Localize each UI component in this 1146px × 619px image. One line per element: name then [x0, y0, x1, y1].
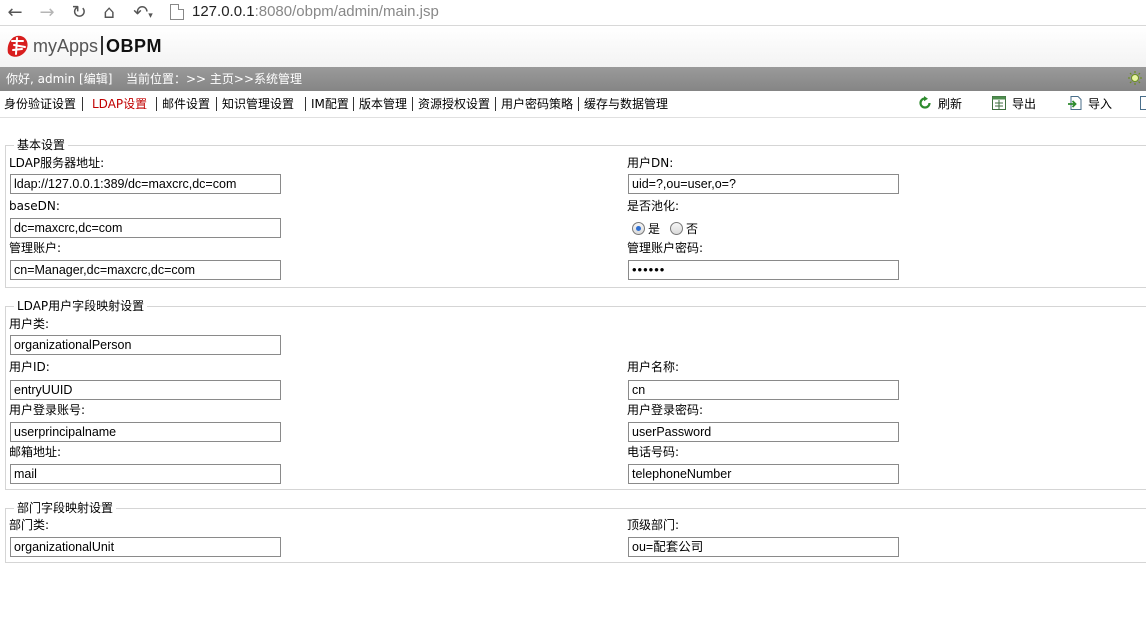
pooling-yes-radio[interactable]	[632, 222, 645, 235]
user-id-input[interactable]: entryUUID	[10, 380, 281, 400]
browser-toolbar: ← → ↻ ⌂ ↶▾ 127.0.0.1:8080/obpm/admin/mai…	[0, 0, 1146, 26]
history-undo-icon[interactable]: ↶▾	[128, 2, 158, 24]
tab-im[interactable]: IM配置	[311, 96, 349, 112]
refresh-button[interactable]: 刷新	[918, 96, 962, 112]
logo-divider	[101, 36, 104, 55]
tab-password-policy[interactable]: 用户密码策略	[501, 96, 573, 112]
tab-cache-data[interactable]: 缓存与数据管理	[584, 96, 668, 112]
tab-separator	[353, 97, 354, 111]
tab-separator	[305, 97, 306, 111]
url-path: :8080/obpm/admin/main.jsp	[254, 3, 439, 20]
tab-separator	[216, 97, 217, 111]
login-account-input[interactable]: userprincipalname	[10, 422, 281, 442]
department-class-input[interactable]: organizationalUnit	[10, 537, 281, 557]
user-name-input[interactable]: cn	[628, 380, 899, 400]
login-password-label: 用户登录密码:	[627, 403, 704, 417]
login-password-input[interactable]: userPassword	[628, 422, 899, 442]
pooling-label: 是否池化:	[627, 199, 680, 213]
settings-tab-bar: 身份验证设置 LDAP设置 邮件设置 知识管理设置 IM配置 版本管理 资源授权…	[0, 91, 1146, 118]
pooling-yes-label: 是	[648, 222, 661, 236]
address-bar[interactable]: 127.0.0.1:8080/obpm/admin/main.jsp	[192, 3, 439, 21]
user-class-input[interactable]: organizationalPerson	[10, 335, 281, 355]
tab-identity-auth[interactable]: 身份验证设置	[4, 96, 76, 112]
email-label: 邮箱地址:	[9, 445, 62, 459]
admin-account-input[interactable]: cn=Manager,dc=maxcrc,dc=com	[10, 260, 281, 280]
export-label: 导出	[1012, 97, 1037, 111]
more-tool-button[interactable]	[1140, 96, 1146, 112]
base-dn-input[interactable]: dc=maxcrc,dc=com	[10, 218, 281, 238]
tab-separator	[578, 97, 579, 111]
tab-version[interactable]: 版本管理	[359, 96, 407, 112]
section-title: LDAP用户字段映射设置	[14, 299, 148, 313]
user-field-mapping-section: LDAP用户字段映射设置 用户类: organizationalPerson 用…	[5, 299, 1146, 490]
user-greeting[interactable]: 你好, admin [编辑]	[6, 67, 112, 91]
tab-separator	[412, 97, 413, 111]
admin-account-label: 管理账户:	[9, 241, 62, 255]
url-host: 127.0.0.1	[192, 3, 255, 20]
document-icon	[1140, 96, 1146, 110]
tab-knowledge[interactable]: 知识管理设置	[222, 96, 294, 112]
tab-mail[interactable]: 邮件设置	[162, 96, 210, 112]
app-logo-icon	[7, 35, 28, 57]
sun-icon[interactable]	[1128, 71, 1142, 85]
logo-obpm: OBPM	[106, 36, 163, 56]
section-title: 基本设置	[14, 138, 69, 152]
phone-label: 电话号码:	[627, 445, 680, 459]
tab-ldap[interactable]: LDAP设置	[92, 96, 147, 112]
refresh-label: 刷新	[938, 97, 963, 111]
ldap-server-input[interactable]: ldap://127.0.0.1:389/dc=maxcrc,dc=com	[10, 174, 281, 194]
user-class-label: 用户类:	[9, 317, 50, 331]
top-department-input[interactable]: ou=配套公司	[628, 537, 899, 557]
status-bar: 你好, admin [编辑] 当前位置：>> 主页>>系统管理	[0, 67, 1146, 91]
user-dn-label: 用户DN:	[627, 156, 674, 170]
page-document-icon	[170, 4, 184, 20]
import-icon	[1068, 96, 1082, 110]
app-header: myApps OBPM	[0, 27, 1146, 67]
user-dn-input[interactable]: uid=?,ou=user,o=?	[628, 174, 899, 194]
breadcrumb: 当前位置：>> 主页>>系统管理	[126, 72, 303, 86]
user-id-label: 用户ID:	[9, 360, 50, 374]
login-account-label: 用户登录账号:	[9, 403, 86, 417]
home-icon[interactable]: ⌂	[98, 2, 120, 24]
logo-myapps: myApps	[33, 36, 99, 56]
admin-password-input[interactable]: ••••••	[628, 260, 899, 280]
email-input[interactable]: mail	[10, 464, 281, 484]
admin-password-label: 管理账户密码:	[627, 241, 704, 255]
tab-separator	[156, 97, 157, 111]
top-department-label: 顶级部门:	[627, 518, 680, 532]
tab-separator	[495, 97, 496, 111]
section-title: 部门字段映射设置	[14, 501, 117, 515]
back-arrow-icon[interactable]: ←	[4, 2, 26, 24]
reload-icon[interactable]: ↻	[68, 2, 90, 24]
pooling-no-radio[interactable]	[670, 222, 683, 235]
user-name-label: 用户名称:	[627, 360, 680, 374]
export-icon	[992, 96, 1006, 110]
refresh-icon	[919, 96, 931, 109]
ldap-server-label: LDAP服务器地址:	[9, 156, 105, 170]
forward-arrow-icon[interactable]: →	[36, 2, 58, 24]
import-button[interactable]: 导入	[1068, 96, 1112, 112]
phone-input[interactable]: telephoneNumber	[628, 464, 899, 484]
pooling-no-label: 否	[686, 222, 699, 236]
export-button[interactable]: 导出	[992, 96, 1036, 112]
app-logo-text: myApps OBPM	[33, 35, 162, 57]
base-dn-label: baseDN:	[9, 199, 60, 213]
basic-settings-section: 基本设置 LDAP服务器地址: ldap://127.0.0.1:389/dc=…	[5, 138, 1146, 288]
import-label: 导入	[1088, 97, 1113, 111]
department-class-label: 部门类:	[9, 518, 50, 532]
department-field-mapping-section: 部门字段映射设置 部门类: organizationalUnit 顶级部门: o…	[5, 501, 1146, 563]
tab-resource-auth[interactable]: 资源授权设置	[418, 96, 490, 112]
tab-separator	[82, 97, 83, 111]
